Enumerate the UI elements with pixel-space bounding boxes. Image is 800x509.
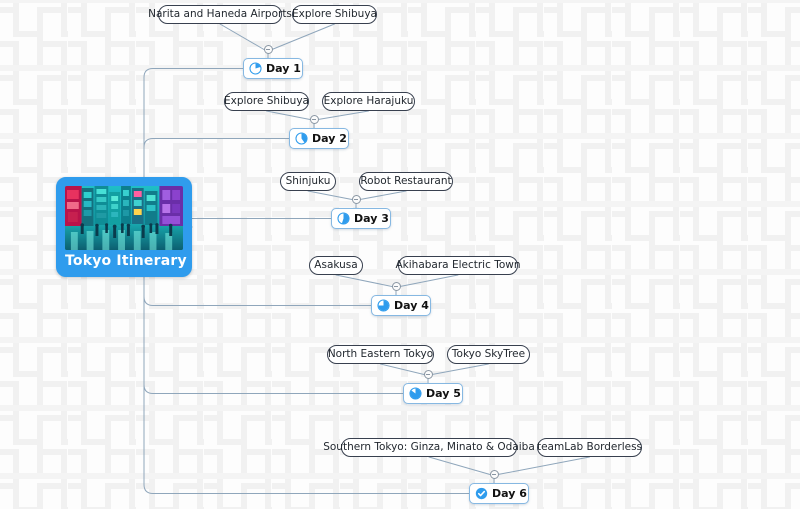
moon-phase-gibbous-icon (409, 387, 422, 400)
moon-phase-half-icon (295, 132, 308, 145)
leaf-node-label: Explore Harajuku (323, 95, 414, 107)
moon-phase-quarter-icon (249, 62, 262, 75)
leaf-node-label: Explore Shibuya (224, 95, 309, 107)
leaf-node-label: Robot Restaurant (360, 175, 452, 187)
leaf-node[interactable]: Narita and Haneda Airports (148, 5, 292, 24)
day-node-label: Day 4 (394, 299, 429, 312)
day-node-label: Day 1 (266, 62, 301, 75)
leaf-node-label: Southern Tokyo: Ginza, Minato & Odaiba (323, 441, 535, 453)
day-node-label: Day 5 (426, 387, 461, 400)
moon-phase-half-icon (337, 212, 350, 225)
center-node[interactable]: Tokyo Itinerary (56, 177, 192, 277)
collapse-toggle-day-1[interactable] (263, 45, 273, 54)
leaf-node-label: teamLab Borderless (536, 441, 643, 453)
check-circle-icon (475, 487, 488, 500)
collapse-toggle-day-5[interactable] (423, 370, 433, 379)
day-node-day-2[interactable]: Day 2 (289, 128, 349, 149)
collapse-toggle-day-4[interactable] (391, 282, 401, 291)
day-node-day-1[interactable]: Day 1 (243, 58, 303, 79)
collapse-toggle-day-6[interactable] (489, 470, 499, 479)
leaf-node-label: Shinjuku (285, 175, 331, 187)
leaf-node-label: Narita and Haneda Airports (148, 8, 292, 20)
day-node-day-3[interactable]: Day 3 (331, 208, 391, 229)
leaf-node-label: Explore Shibuya (292, 8, 377, 20)
day-node-label: Day 3 (354, 212, 389, 225)
collapse-toggle-day-3[interactable] (351, 195, 361, 204)
day-node-label: Day 6 (492, 487, 527, 500)
leaf-node[interactable]: Tokyo SkyTree (447, 345, 530, 364)
day-node-day-4[interactable]: Day 4 (371, 295, 431, 316)
leaf-node[interactable]: Akihabara Electric Town (395, 256, 521, 275)
day-node-day-6[interactable]: Day 6 (469, 483, 529, 504)
center-node-label: Tokyo Itinerary (65, 253, 187, 269)
tokyo-street-photo (65, 186, 183, 250)
moon-phase-gibbous-icon (377, 299, 390, 312)
leaf-node-label: Akihabara Electric Town (395, 259, 521, 271)
day-node-day-5[interactable]: Day 5 (403, 383, 463, 404)
leaf-node[interactable]: Southern Tokyo: Ginza, Minato & Odaiba (323, 438, 535, 457)
collapse-toggle-day-2[interactable] (309, 115, 319, 124)
leaf-node[interactable]: Robot Restaurant (359, 172, 453, 191)
leaf-node[interactable]: teamLab Borderless (537, 438, 642, 457)
leaf-node-label: Asakusa (314, 259, 358, 271)
leaf-node[interactable]: Explore Shibuya (224, 92, 309, 111)
leaf-node[interactable]: North Eastern Tokyo (327, 345, 434, 364)
mindmap-canvas[interactable]: Tokyo Itinerary Day 1 Narita and Haneda A… (0, 0, 800, 509)
leaf-node[interactable]: Explore Harajuku (322, 92, 415, 111)
leaf-node-label: North Eastern Tokyo (327, 348, 434, 360)
leaf-node[interactable]: Explore Shibuya (292, 5, 377, 24)
leaf-node-label: Tokyo SkyTree (451, 348, 526, 360)
leaf-node[interactable]: Shinjuku (280, 172, 336, 191)
day-node-label: Day 2 (312, 132, 347, 145)
leaf-node[interactable]: Asakusa (309, 256, 363, 275)
